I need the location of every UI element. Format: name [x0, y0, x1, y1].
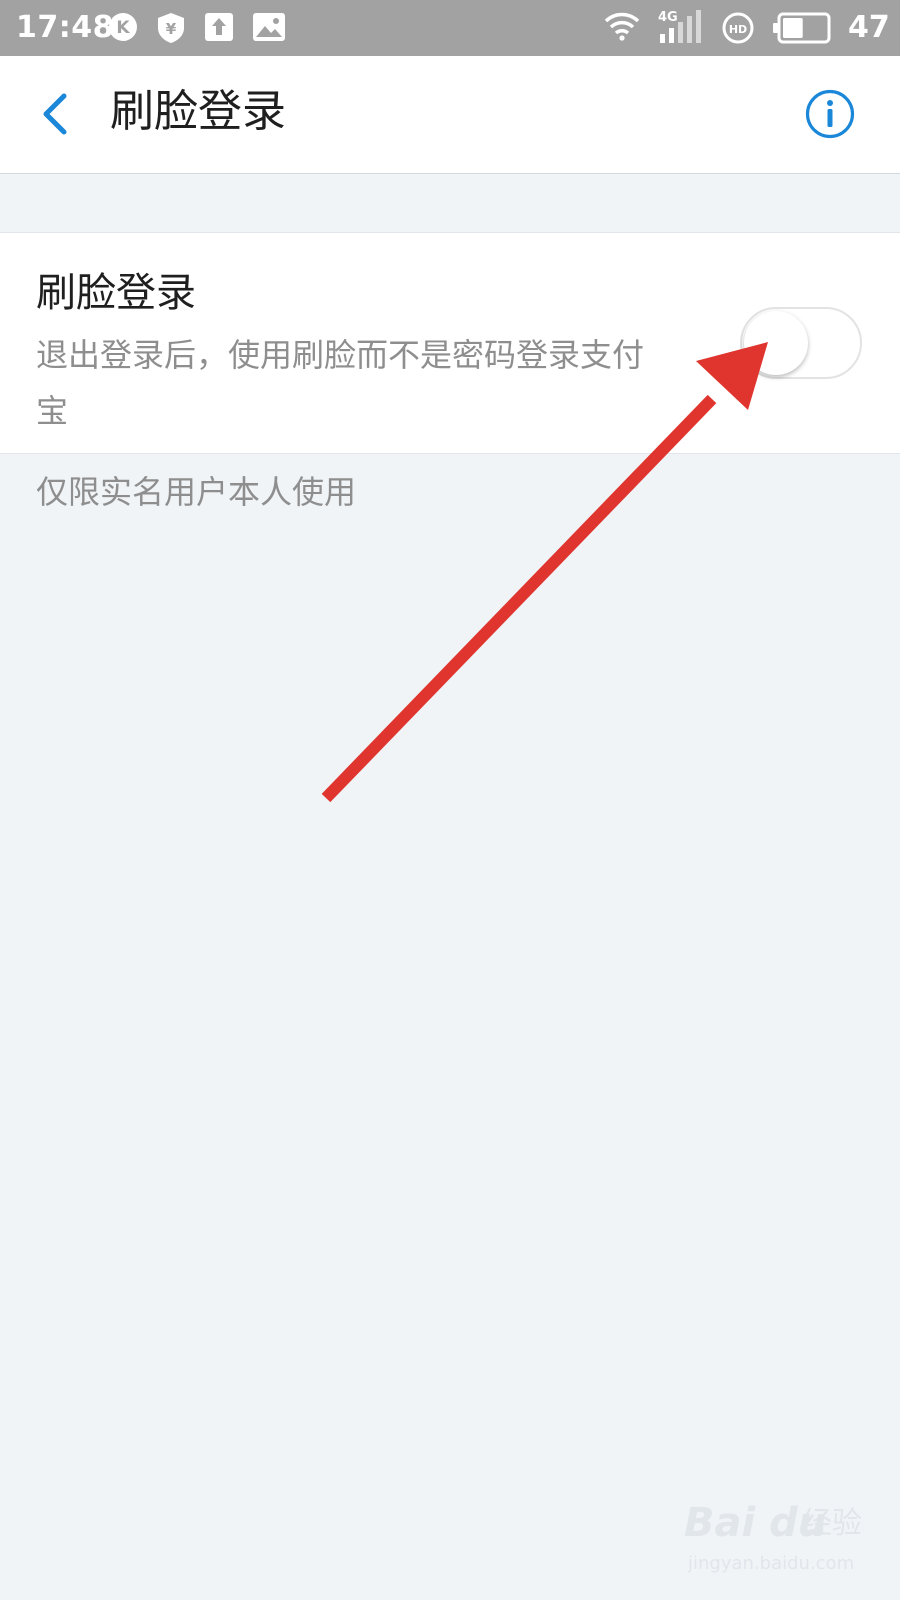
status-bar: 17:48 K ¥ 4G HD 47 — [0, 0, 900, 56]
status-time: 17:48 — [16, 10, 114, 45]
toggle-knob — [744, 311, 808, 375]
nav-header: 刷脸登录 — [0, 56, 900, 174]
face-login-setting-row: 刷脸登录 退出登录后，使用刷脸而不是密码登录支付宝 — [0, 232, 900, 454]
yuan-shield-icon: ¥ — [158, 13, 184, 43]
setting-title: 刷脸登录 — [36, 270, 196, 316]
battery-percent: 47 — [848, 10, 890, 45]
face-login-toggle[interactable] — [740, 307, 862, 379]
baidu-jingyan-watermark: Bai du 经验 jingyan.baidu.com — [684, 1500, 862, 1574]
info-circle-icon — [805, 89, 855, 139]
page-title: 刷脸登录 — [110, 86, 286, 137]
chevron-left-icon — [43, 93, 67, 135]
svg-text:4G: 4G — [658, 10, 678, 25]
setting-description: 退出登录后，使用刷脸而不是密码登录支付宝 — [36, 336, 645, 430]
hd-icon: HD — [722, 12, 754, 44]
upload-icon — [205, 13, 233, 41]
wifi-icon — [604, 12, 640, 41]
svg-text:HD: HD — [729, 23, 747, 36]
signal-4g-icon: 4G — [658, 10, 701, 43]
image-icon — [253, 13, 285, 41]
info-button[interactable] — [804, 88, 856, 140]
svg-text:K: K — [116, 18, 130, 38]
realname-footnote: 仅限实名用户本人使用 — [36, 473, 357, 511]
svg-text:¥: ¥ — [166, 20, 177, 38]
back-button[interactable] — [34, 86, 78, 142]
k-app-icon: K — [109, 13, 137, 41]
battery-icon — [773, 12, 831, 44]
